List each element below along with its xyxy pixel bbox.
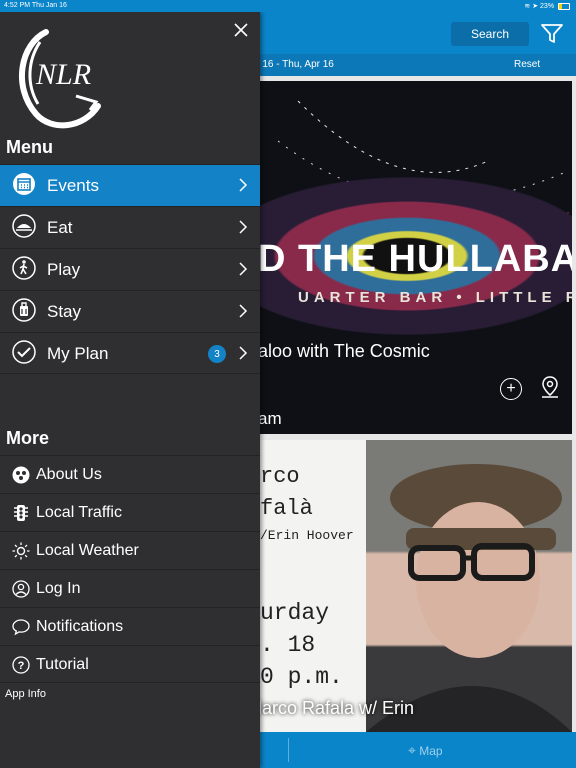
user-icon (12, 580, 30, 598)
more-item-label: Tutorial (36, 656, 89, 673)
event-time: am (258, 409, 282, 428)
nlr-logo: NLR (19, 29, 101, 129)
help-icon: ? (12, 656, 30, 674)
status-right: ≋ ➤ 23% (524, 2, 570, 10)
wifi-icon: ≋ (524, 3, 531, 10)
event-name: larco Rafala w/ Erin (258, 698, 415, 718)
chevron-right-icon (239, 304, 248, 318)
poster-text: falà (260, 496, 313, 521)
info-people-icon (12, 466, 30, 484)
poster-text: . 18 (260, 632, 316, 658)
event-name: aloo with The Cosmic (258, 341, 430, 361)
menu-item-label: Play (47, 260, 81, 279)
menu-item-my-plan[interactable]: My Plan 3 (0, 332, 260, 374)
menu-item-label: My Plan (47, 344, 109, 363)
close-icon[interactable] (233, 22, 249, 38)
tab-map-label: Map (419, 744, 443, 758)
event-artwork-title: D THE HULLABALOO (258, 238, 572, 280)
chevron-right-icon (239, 346, 248, 360)
map-pin-icon[interactable] (540, 375, 560, 399)
menu-item-label: Eat (47, 218, 73, 237)
luggage-icon (12, 298, 36, 322)
event-artwork-subtitle: UARTER BAR • LITTLE ROCK (298, 289, 572, 306)
menu-item-label: Events (47, 176, 99, 195)
event-poster: rco falà /Erin Hoover urday . 18 0 p.m. (258, 440, 366, 732)
logo-text: NLR (35, 58, 91, 91)
app-info-link[interactable]: App Info (5, 688, 46, 700)
poster-text: /Erin Hoover (260, 528, 354, 543)
portrait-image (366, 464, 572, 732)
walk-icon (12, 256, 36, 280)
more-item-label: About Us (36, 466, 102, 483)
calendar-icon (13, 173, 35, 195)
more-heading: More (6, 428, 50, 448)
more-item-local-weather[interactable]: Local Weather (0, 531, 260, 569)
food-icon (12, 214, 36, 238)
status-bar: 4:52 PM Thu Jan 16 ≋ ➤ 23% (0, 0, 576, 12)
location-icon: ➤ (532, 3, 539, 10)
more-item-label: Local Traffic (36, 504, 122, 521)
chevron-right-icon (239, 262, 248, 276)
chat-icon (12, 619, 30, 636)
menu-item-play[interactable]: Play (0, 248, 260, 290)
check-icon (12, 340, 36, 364)
chevron-right-icon (239, 220, 248, 234)
date-range[interactable]: n 16 - Thu, Apr 16 (254, 59, 334, 70)
tab-divider (288, 738, 289, 762)
sun-icon (12, 542, 30, 560)
menu-item-stay[interactable]: Stay (0, 290, 260, 332)
more-item-local-traffic[interactable]: Local Traffic (0, 493, 260, 531)
poster-text: 0 p.m. (260, 664, 343, 690)
menu-item-events[interactable]: Events (0, 164, 260, 206)
traffic-light-icon (14, 505, 28, 521)
reset-button[interactable]: Reset (514, 59, 540, 70)
plan-count-badge: 3 (208, 345, 226, 363)
add-icon[interactable]: + (500, 378, 522, 400)
more-item-log-in[interactable]: Log In (0, 569, 260, 607)
more-item-label: Log In (36, 580, 81, 597)
filter-icon[interactable] (541, 24, 563, 44)
tab-map[interactable]: ⌖ Map (408, 742, 443, 759)
menu-item-label: Stay (47, 302, 82, 321)
more-item-label: Local Weather (36, 542, 139, 559)
poster-text: urday (260, 600, 330, 626)
search-button[interactable]: Search (451, 22, 529, 46)
event-card[interactable]: D THE HULLABALOO UARTER BAR • LITTLE ROC… (258, 81, 572, 434)
menu-item-eat[interactable]: Eat (0, 206, 260, 248)
side-menu-drawer: NLR Menu Events Eat Play Stay My Plan 3 … (0, 12, 260, 768)
map-pin-icon: ⌖ (408, 742, 416, 758)
battery-percent: 23% (540, 3, 555, 10)
more-item-label: Notifications (36, 618, 124, 635)
more-item-notifications[interactable]: Notifications (0, 607, 260, 645)
more-item-about-us[interactable]: About Us (0, 455, 260, 493)
chevron-right-icon (239, 178, 248, 192)
menu-heading: Menu (6, 137, 53, 157)
event-photo (366, 440, 572, 732)
status-time: 4:52 PM Thu Jan 16 (4, 2, 67, 9)
svg-text:?: ? (18, 660, 25, 672)
poster-text: rco (260, 464, 300, 489)
event-card[interactable]: rco falà /Erin Hoover urday . 18 0 p.m. … (258, 440, 572, 732)
more-item-tutorial[interactable]: ? Tutorial (0, 645, 260, 683)
battery-icon (558, 2, 570, 10)
